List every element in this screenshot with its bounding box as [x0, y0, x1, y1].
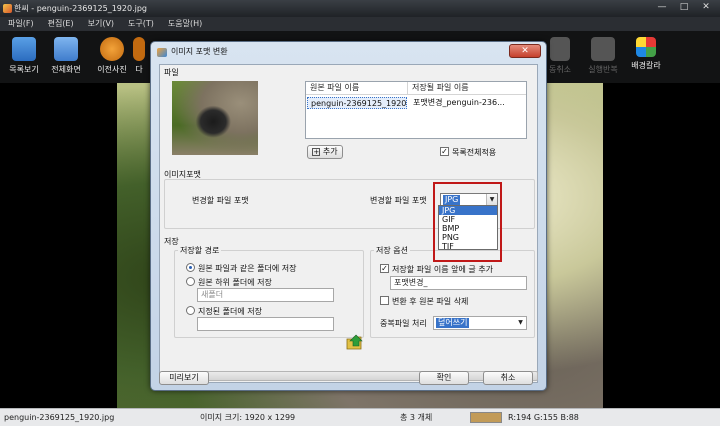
- menu-view[interactable]: 보기(V): [88, 17, 114, 31]
- redo-icon: [591, 37, 615, 61]
- prefix-input[interactable]: 포맷변경_: [390, 276, 527, 290]
- sub-folder-input[interactable]: 새폴더: [197, 288, 334, 302]
- status-image-size: 이미지 크기: 1920 x 1299: [200, 413, 296, 422]
- custom-folder-input[interactable]: [197, 317, 334, 331]
- app-title: 한씨 - penguin-2369125_1920.jpg: [14, 4, 148, 13]
- prefix-label: 저장할 파일 이름 앞에 글 추가: [392, 265, 494, 274]
- radio-same-folder[interactable]: [186, 263, 195, 272]
- add-icon: +: [312, 147, 321, 156]
- format-label-right: 변경할 파일 포맷: [370, 196, 427, 205]
- ok-button[interactable]: 확인: [419, 371, 469, 385]
- folder-browse-icon[interactable]: [346, 333, 366, 351]
- add-button[interactable]: + 추가: [307, 145, 343, 159]
- close-button[interactable]: ✕: [696, 1, 716, 15]
- col-original-header[interactable]: 원본 파일 이름: [306, 82, 408, 95]
- undo-icon: [550, 37, 570, 61]
- menu-tools[interactable]: 도구(T): [128, 17, 154, 31]
- col-saved-header[interactable]: 저장될 파일 이름: [408, 82, 526, 95]
- red-highlight-box: [433, 182, 502, 262]
- duplicate-select-value: 덮어쓰기: [436, 318, 470, 328]
- dialog-title: 이미지 포맷 변환: [171, 47, 228, 56]
- menu-help[interactable]: 도움말(H): [168, 17, 202, 31]
- minimize-button[interactable]: —: [652, 1, 672, 15]
- save-section-label: 저장: [164, 237, 179, 246]
- chevron-down-icon[interactable]: ▼: [515, 317, 526, 329]
- bg-color-button[interactable]: 배경칼라: [626, 35, 666, 79]
- status-bar: penguin-2369125_1920.jpg 이미지 크기: 1920 x …: [0, 408, 720, 426]
- next-photo-button[interactable]: 다: [132, 35, 146, 79]
- maximize-button[interactable]: □: [674, 1, 694, 15]
- undo-button[interactable]: 동취소: [548, 35, 572, 79]
- delete-original-checkbox[interactable]: [380, 296, 389, 305]
- full-screen-button[interactable]: 전체화면: [46, 35, 86, 79]
- apply-all-checkbox[interactable]: ✓: [440, 147, 449, 156]
- format-label-left: 변경할 파일 포맷: [192, 196, 249, 205]
- duplicate-select[interactable]: 덮어쓰기 ▼: [433, 316, 527, 330]
- cancel-button[interactable]: 취소: [483, 371, 533, 385]
- file-section-label: 파일: [164, 68, 179, 77]
- list-view-icon: [12, 37, 36, 61]
- prev-arrow-icon: [100, 37, 124, 61]
- list-view-button[interactable]: 목록보기: [4, 35, 44, 79]
- saved-filename-cell[interactable]: 포맷변경_penguin-236...: [410, 97, 526, 109]
- same-folder-label: 원본 파일과 같은 폴더에 저장: [198, 264, 297, 273]
- duplicate-label: 중복파일 처리: [380, 319, 427, 328]
- sub-folder-label: 원본 하위 폴더에 저장: [198, 278, 272, 287]
- next-arrow-icon: [133, 37, 145, 61]
- color-swatch: [470, 412, 502, 423]
- save-options-title: 저장 옵션: [374, 245, 410, 256]
- app-icon: [3, 4, 12, 13]
- apply-all-label: 목록전체적용: [452, 148, 497, 157]
- dialog-icon: [157, 48, 167, 57]
- app-title-bar: 한씨 - penguin-2369125_1920.jpg — □ ✕: [0, 0, 720, 17]
- menu-bar: 파일(F) 편집(E) 보기(V) 도구(T) 도움말(H): [0, 17, 720, 31]
- file-list[interactable]: 원본 파일 이름 저장될 파일 이름 penguin-2369125_1920.…: [305, 81, 527, 139]
- original-filename-cell[interactable]: penguin-2369125_1920....: [307, 97, 407, 109]
- custom-folder-label: 지정된 폴더에 저장: [198, 307, 262, 316]
- preview-button[interactable]: 미리보기: [159, 371, 209, 385]
- radio-custom-folder[interactable]: [186, 306, 195, 315]
- redo-button[interactable]: 실행반복: [583, 35, 623, 79]
- status-rgb: R:194 G:155 B:88: [508, 413, 579, 422]
- menu-file[interactable]: 파일(F): [8, 17, 34, 31]
- palette-icon: [636, 37, 656, 57]
- prefix-checkbox[interactable]: ✓: [380, 264, 389, 273]
- thumbnail-preview: [172, 81, 258, 155]
- dialog-title-bar: 이미지 포맷 변환: [151, 42, 546, 64]
- menu-edit[interactable]: 편집(E): [48, 17, 74, 31]
- save-path-title: 저장할 경로: [178, 245, 222, 256]
- prev-photo-button[interactable]: 이전사진: [92, 35, 132, 79]
- delete-original-label: 변환 후 원본 파일 삭제: [392, 297, 469, 306]
- radio-sub-folder[interactable]: [186, 277, 195, 286]
- dialog-close-button[interactable]: ✕: [509, 44, 541, 58]
- full-screen-icon: [54, 37, 78, 61]
- status-filename: penguin-2369125_1920.jpg: [4, 413, 115, 422]
- status-count: 총 3 개체: [400, 413, 433, 422]
